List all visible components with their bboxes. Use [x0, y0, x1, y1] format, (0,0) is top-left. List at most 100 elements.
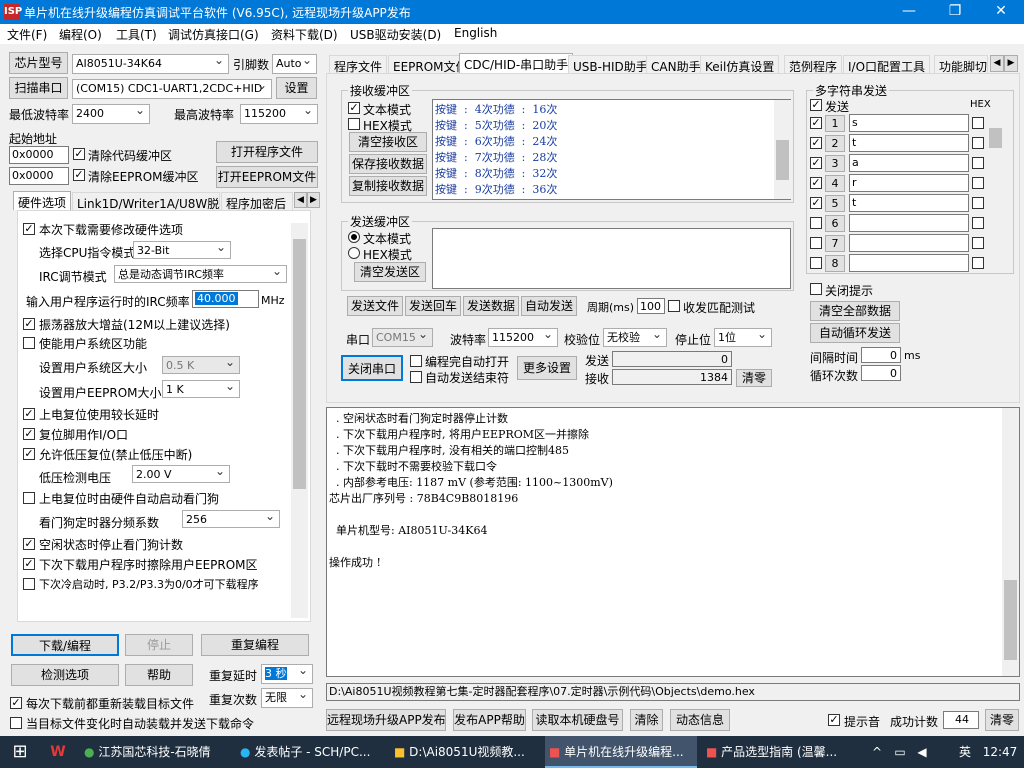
- save-receive-button[interactable]: 保存接收数据: [349, 154, 427, 174]
- open-program-file-button[interactable]: 打开程序文件: [216, 141, 318, 163]
- port-setup-button[interactable]: 设置: [276, 77, 317, 99]
- send-enter-button[interactable]: 发送回车: [405, 296, 461, 316]
- tab-io-config[interactable]: I/O口配置工具: [843, 55, 931, 74]
- reload-file-checkbox[interactable]: [10, 697, 22, 709]
- clear-count-button[interactable]: 清零: [736, 369, 772, 387]
- multi-row-checkbox[interactable]: [810, 217, 822, 229]
- multi-row-checkbox[interactable]: [810, 237, 822, 249]
- ime-indicator[interactable]: 英: [955, 736, 975, 768]
- multi-row-input[interactable]: [849, 254, 969, 272]
- multi-row-input[interactable]: [849, 214, 969, 232]
- remote-upgrade-button[interactable]: 远程现场升级APP发布: [326, 709, 446, 731]
- interval-input[interactable]: 0: [861, 347, 901, 363]
- options-scrollbar[interactable]: [291, 223, 308, 618]
- tab-usb-hid[interactable]: USB-HID助手: [568, 55, 653, 74]
- send-hex-mode-radio[interactable]: [348, 247, 360, 259]
- subtab-left-arrow[interactable]: ◀: [294, 192, 307, 208]
- read-disk-button[interactable]: 读取本机硬盘号: [532, 709, 623, 731]
- multi-row-send-button[interactable]: 2: [825, 135, 845, 152]
- multi-row-send-button[interactable]: 1: [825, 115, 845, 132]
- tab-cdc-hid-serial[interactable]: CDC/HID-串口助手: [459, 53, 574, 74]
- maximize-button[interactable]: ❐: [932, 0, 978, 24]
- clear-eeprom-checkbox[interactable]: [73, 169, 85, 181]
- cpu-mode-select[interactable]: 32-Bit: [133, 241, 231, 259]
- multi-row-input[interactable]: a: [849, 154, 969, 172]
- wd-div-select[interactable]: 256: [182, 510, 280, 528]
- period-input[interactable]: 100: [637, 298, 665, 314]
- multi-row-hex-checkbox[interactable]: [972, 137, 984, 149]
- menu-tools[interactable]: 工具(T): [116, 26, 157, 43]
- multi-row-input[interactable]: t: [849, 134, 969, 152]
- taskbar-item-wechat[interactable]: ● 江苏国芯科技-石晓倩: [80, 736, 230, 768]
- eeprom-address-input[interactable]: 0x0000: [9, 167, 69, 185]
- sys-size-select[interactable]: 0.5 K: [162, 356, 240, 374]
- auto-loop-send-button[interactable]: 自动循环发送: [810, 323, 900, 343]
- send-text-mode-radio[interactable]: [348, 231, 360, 243]
- chip-model-button[interactable]: 芯片型号: [9, 52, 68, 74]
- tab-encryption[interactable]: 程序加密后: [221, 192, 293, 211]
- scan-port-button[interactable]: 扫描串口: [9, 77, 68, 99]
- multi-row-hex-checkbox[interactable]: [972, 157, 984, 169]
- tabs-right-arrow[interactable]: ▶: [1004, 55, 1018, 72]
- multi-row-input[interactable]: s: [849, 114, 969, 132]
- auto-send-button[interactable]: 自动发送: [521, 296, 577, 316]
- recv-text-mode-checkbox[interactable]: [348, 102, 360, 114]
- close-port-button[interactable]: 关闭串口: [341, 355, 403, 381]
- serial-port-select[interactable]: COM15: [372, 328, 433, 347]
- menu-file[interactable]: 文件(F): [7, 26, 47, 43]
- log-scrollbar[interactable]: [1002, 408, 1019, 676]
- parity-select[interactable]: 无校验: [603, 328, 667, 347]
- min-baud-select[interactable]: 2400: [72, 104, 150, 124]
- repeat-program-button[interactable]: 重复编程: [201, 634, 309, 656]
- receive-scrollbar[interactable]: [774, 100, 791, 199]
- clear-send-button[interactable]: 清空发送区: [354, 262, 426, 282]
- multi-row-hex-checkbox[interactable]: [972, 117, 984, 129]
- menu-english[interactable]: English: [454, 26, 497, 40]
- clear-log-button[interactable]: 清除: [630, 709, 663, 731]
- menu-download[interactable]: 资料下载(D): [271, 26, 338, 43]
- lv-detect-select[interactable]: 2.00 V: [132, 465, 230, 483]
- download-program-button[interactable]: 下载/编程: [11, 634, 119, 656]
- taskbar-item-isp-active[interactable]: ■ 单片机在线升级编程...: [545, 736, 697, 768]
- network-icon[interactable]: ▭: [890, 736, 910, 768]
- watchdog-auto-checkbox[interactable]: [23, 492, 35, 504]
- tabs-left-arrow[interactable]: ◀: [990, 55, 1004, 72]
- tab-program-file[interactable]: 程序文件: [329, 55, 388, 74]
- low-voltage-checkbox[interactable]: [23, 448, 35, 460]
- multi-row-checkbox[interactable]: [810, 157, 822, 169]
- tab-examples[interactable]: 范例程序: [784, 55, 843, 74]
- multi-row-send-button[interactable]: 3: [825, 155, 845, 172]
- send-file-button[interactable]: 发送文件: [347, 296, 403, 316]
- tray-expand-icon[interactable]: ^: [870, 736, 884, 768]
- tab-hardware-options[interactable]: 硬件选项: [13, 191, 71, 210]
- auto-end-checkbox[interactable]: [410, 371, 422, 383]
- tab-can[interactable]: CAN助手: [646, 55, 706, 74]
- baud-select[interactable]: 115200: [488, 328, 558, 347]
- cold-start-checkbox[interactable]: [23, 578, 35, 590]
- multi-row-send-button[interactable]: 6: [825, 215, 845, 232]
- multi-row-send-button[interactable]: 7: [825, 235, 845, 252]
- tone-checkbox[interactable]: [828, 714, 840, 726]
- taskbar-item-explorer[interactable]: ■ D:\Ai8051U视频教...: [390, 736, 540, 768]
- auto-open-checkbox[interactable]: [410, 355, 422, 367]
- multi-row-hex-checkbox[interactable]: [972, 197, 984, 209]
- copy-receive-button[interactable]: 复制接收数据: [349, 176, 427, 196]
- repeat-count-select[interactable]: 无限: [261, 688, 313, 708]
- chip-model-select[interactable]: AI8051U-34K64: [72, 54, 229, 74]
- check-options-button[interactable]: 检测选项: [11, 664, 119, 686]
- dynamic-info-button[interactable]: 动态信息: [670, 709, 730, 731]
- multi-send-all-checkbox[interactable]: [810, 99, 822, 111]
- volume-icon[interactable]: ◀: [912, 736, 932, 768]
- app-help-button[interactable]: 发布APP帮助: [453, 709, 526, 731]
- port-select[interactable]: (COM15) CDC1-UART1,2CDC+HID: [72, 79, 272, 99]
- multi-row-checkbox[interactable]: [810, 177, 822, 189]
- taskbar-item-pdf[interactable]: ■ 产品选型指南 (温馨...: [702, 736, 854, 768]
- multi-row-hex-checkbox[interactable]: [972, 217, 984, 229]
- multi-row-checkbox[interactable]: [810, 257, 822, 269]
- eeprom-size-select[interactable]: 1 K: [162, 380, 240, 398]
- osc-gain-checkbox[interactable]: [23, 318, 35, 330]
- open-eeprom-file-button[interactable]: 打开EEPROM文件: [216, 166, 318, 188]
- clock[interactable]: 12:47: [980, 736, 1020, 768]
- multi-row-hex-checkbox[interactable]: [972, 257, 984, 269]
- taskbar-item-edge[interactable]: ● 发表帖子 - SCH/PC...: [236, 736, 384, 768]
